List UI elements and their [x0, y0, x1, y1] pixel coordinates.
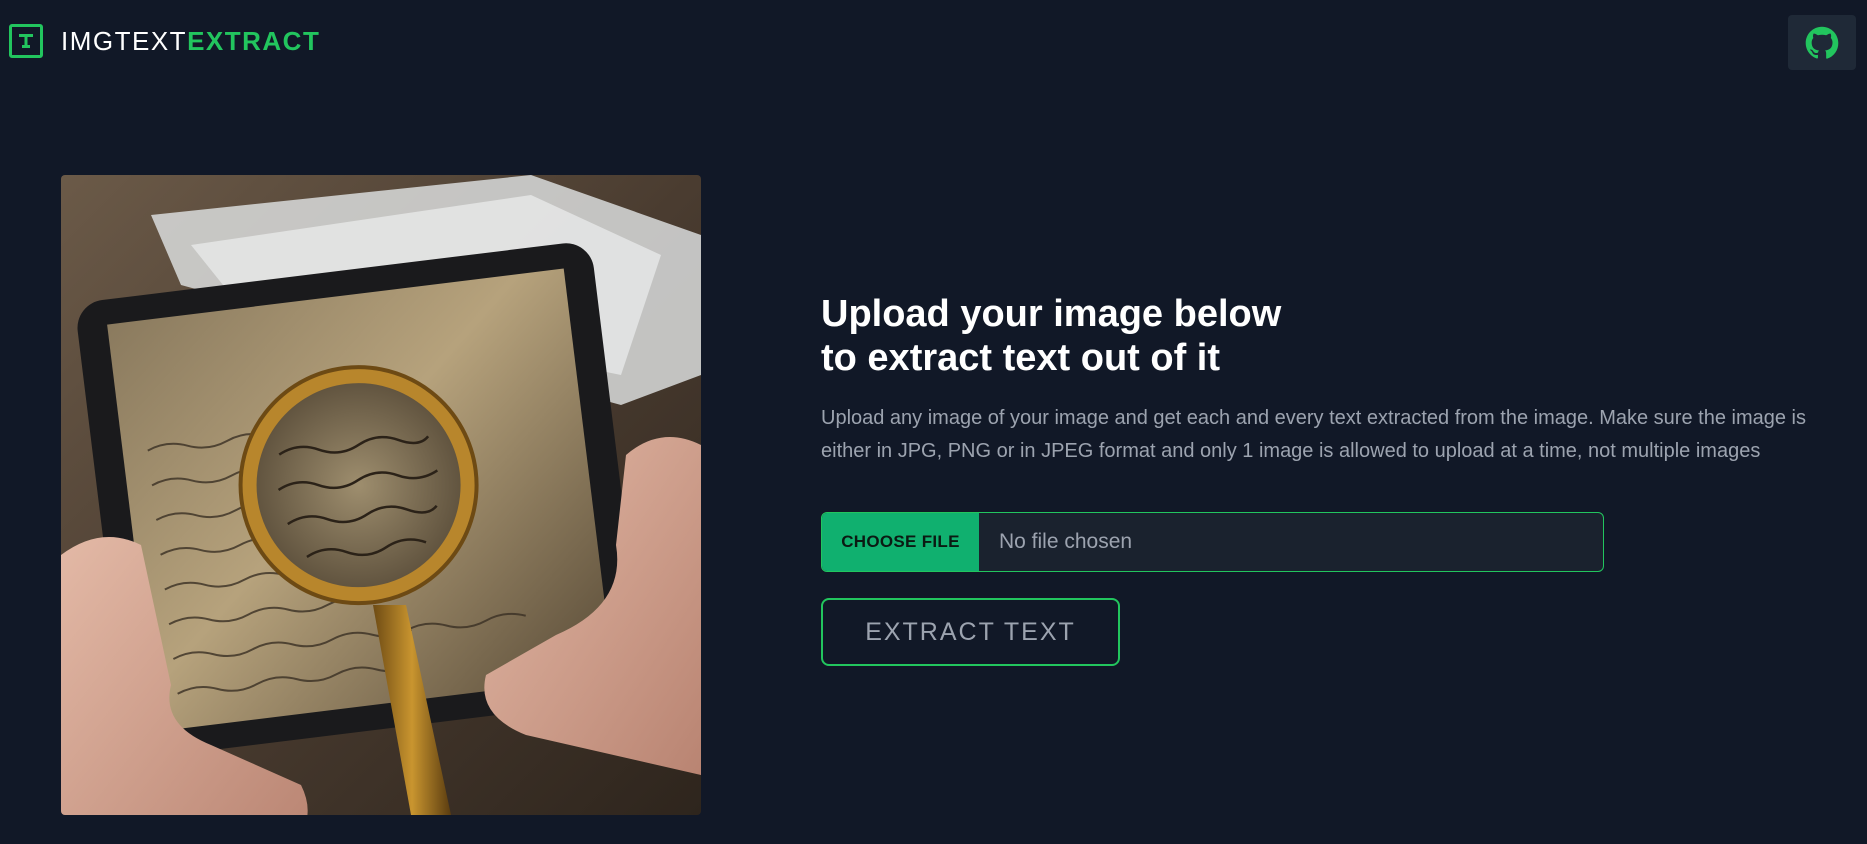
- hero-image: [61, 175, 701, 815]
- logo-text: IMGTEXTEXTRACT: [61, 26, 320, 57]
- page-title: Upload your image below to extract text …: [821, 292, 1811, 380]
- main-content: Upload your image below to extract text …: [821, 292, 1811, 666]
- header: IMGTEXTEXTRACT: [0, 0, 1867, 84]
- github-button[interactable]: [1788, 15, 1856, 70]
- github-icon: [1805, 26, 1839, 59]
- file-status-text: No file chosen: [999, 530, 1133, 553]
- title-line-1: Upload your image below: [821, 293, 1282, 335]
- title-line-2: to extract text out of it: [821, 337, 1221, 379]
- extract-text-button[interactable]: EXTRACT TEXT: [821, 598, 1120, 666]
- t-text-icon: [9, 24, 43, 58]
- logo-text-primary: IMGTEXT: [61, 25, 188, 56]
- logo[interactable]: IMGTEXTEXTRACT: [9, 24, 320, 58]
- choose-file-button[interactable]: CHOOSE FILE: [822, 513, 979, 571]
- logo-text-accent: EXTRACT: [187, 25, 321, 56]
- file-input[interactable]: CHOOSE FILE No file chosen: [821, 512, 1604, 572]
- description: Upload any image of your image and get e…: [821, 407, 1806, 462]
